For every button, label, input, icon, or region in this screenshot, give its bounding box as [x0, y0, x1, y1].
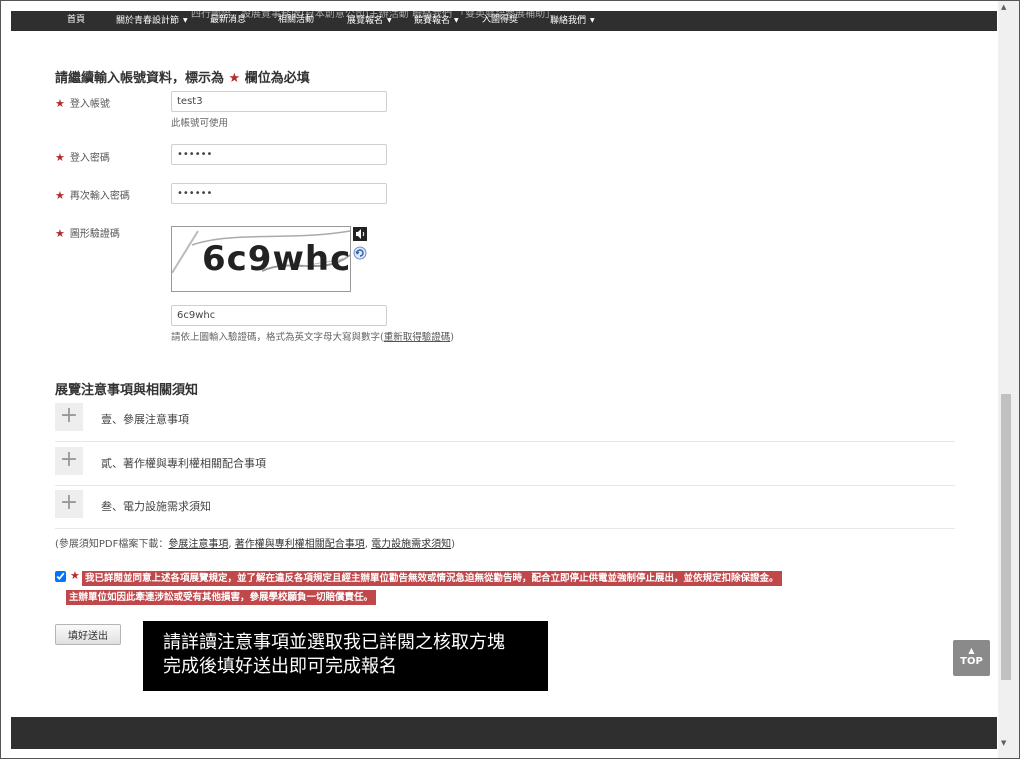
password-confirm-label: ★ 再次輸入密碼: [55, 189, 130, 202]
nav-item-contact[interactable]: 聯絡我們 ▼: [550, 15, 595, 27]
chevron-down-icon: ▼: [387, 17, 392, 24]
captcha-label: ★ 圖形驗證碼: [55, 227, 120, 240]
username-label: ★ 登入帳號: [55, 97, 110, 110]
pdf-link-power[interactable]: 電力設施需求須知: [371, 539, 451, 550]
instruction-overlay: 請詳讀注意事項並選取我已詳閱之核取方塊 完成後填好送出即可完成報名: [143, 621, 548, 691]
chevron-down-icon: ▼: [183, 17, 188, 24]
browser-frame: 四行國際，設展覽事務處(日本創意公司)主辦活動 聯絡我們 「雙英雙語參展補助」 …: [0, 0, 1020, 759]
nav-item-awards[interactable]: 入圍得獎: [482, 15, 518, 26]
plus-icon: +: [55, 447, 83, 475]
nav-item-home[interactable]: 首頁: [67, 15, 85, 26]
speaker-icon[interactable]: [353, 226, 367, 241]
required-star-icon: ★: [55, 189, 65, 202]
pdf-link-copyright[interactable]: 著作權與專利權相關配合事項: [235, 539, 365, 550]
page: 四行國際，設展覽事務處(日本創意公司)主辦活動 聯絡我們 「雙英雙語參展補助」 …: [11, 11, 997, 749]
pdf-link-exhibit-notes[interactable]: 參展注意事項: [168, 539, 228, 550]
required-star-icon: ★: [55, 151, 65, 164]
password-label: ★ 登入密碼: [55, 151, 110, 164]
accordion-item-copyright[interactable]: + 貳、著作權與專利權相關配合事項: [55, 443, 955, 486]
refresh-icon[interactable]: [353, 245, 367, 260]
top-navbar: 四行國際，設展覽事務處(日本創意公司)主辦活動 聯絡我們 「雙英雙語參展補助」 …: [11, 11, 997, 31]
back-to-top-button[interactable]: ▲ TOP: [953, 640, 990, 676]
refresh-captcha-link[interactable]: 重新取得驗證碼: [384, 332, 451, 343]
required-star-icon: ★: [228, 71, 241, 86]
scroll-up-icon[interactable]: ▲: [1001, 3, 1006, 11]
accordion-item-exhibit-notes[interactable]: + 壹、參展注意事項: [55, 399, 955, 442]
nav-item-events[interactable]: 相關活動: [278, 15, 314, 26]
scroll-down-icon[interactable]: ▼: [1001, 739, 1006, 747]
nav-item-news[interactable]: 最新消息: [210, 15, 246, 26]
plus-icon: +: [55, 403, 83, 431]
required-star-icon: ★: [55, 97, 65, 110]
scrollbar-thumb[interactable]: [1001, 394, 1011, 680]
username-input[interactable]: [171, 91, 387, 112]
accordion-item-power[interactable]: + 叁、電力設施需求須知: [55, 486, 955, 529]
chevron-down-icon: ▼: [590, 17, 595, 24]
password-confirm-input[interactable]: [171, 183, 387, 204]
nav-item-exhibit-signup[interactable]: 展覽報名 ▼: [347, 15, 392, 27]
page-footer: [11, 717, 997, 749]
account-heading: 請繼續輸入帳號資料，標示為 ★ 欄位為必填: [55, 71, 310, 86]
captcha-input[interactable]: [171, 305, 387, 326]
submit-button[interactable]: 填好送出: [55, 624, 121, 645]
captcha-help: 請依上圖輸入驗證碼，格式為英文字母大寫與數字(重新取得驗證碼): [171, 332, 454, 343]
agreement-line-2: 主辦單位如因此牽連涉訟或受有其他損害，參展學校願負一切賠償責任。: [66, 590, 377, 605]
required-star-icon: ★: [55, 227, 65, 240]
agreement-line-1: 我已詳閱並同意上述各項展覽規定，並了解在違反各項規定且經主辦單位勸告無效或情況急…: [82, 571, 782, 586]
pdf-download-line: (參展須知PDF檔案下載：參展注意事項, 著作權與專利權相關配合事項, 電力設施…: [55, 539, 456, 550]
captcha-text: 6c9whc: [202, 239, 351, 279]
required-star-icon: ★: [70, 569, 80, 582]
agree-checkbox[interactable]: [55, 571, 66, 582]
plus-icon: +: [55, 490, 83, 518]
password-input[interactable]: [171, 144, 387, 165]
notices-heading: 展覽注意事項與相關須知: [55, 383, 199, 398]
nav-item-about[interactable]: 關於青春設計節 ▼: [116, 15, 188, 27]
chevron-up-icon: ▲: [968, 646, 975, 655]
chevron-down-icon: ▼: [454, 17, 459, 24]
captcha-image: 6c9whc: [171, 226, 351, 292]
nav-item-contest-signup[interactable]: 競賽報名 ▼: [414, 15, 459, 27]
username-help: 此帳號可使用: [171, 118, 229, 129]
